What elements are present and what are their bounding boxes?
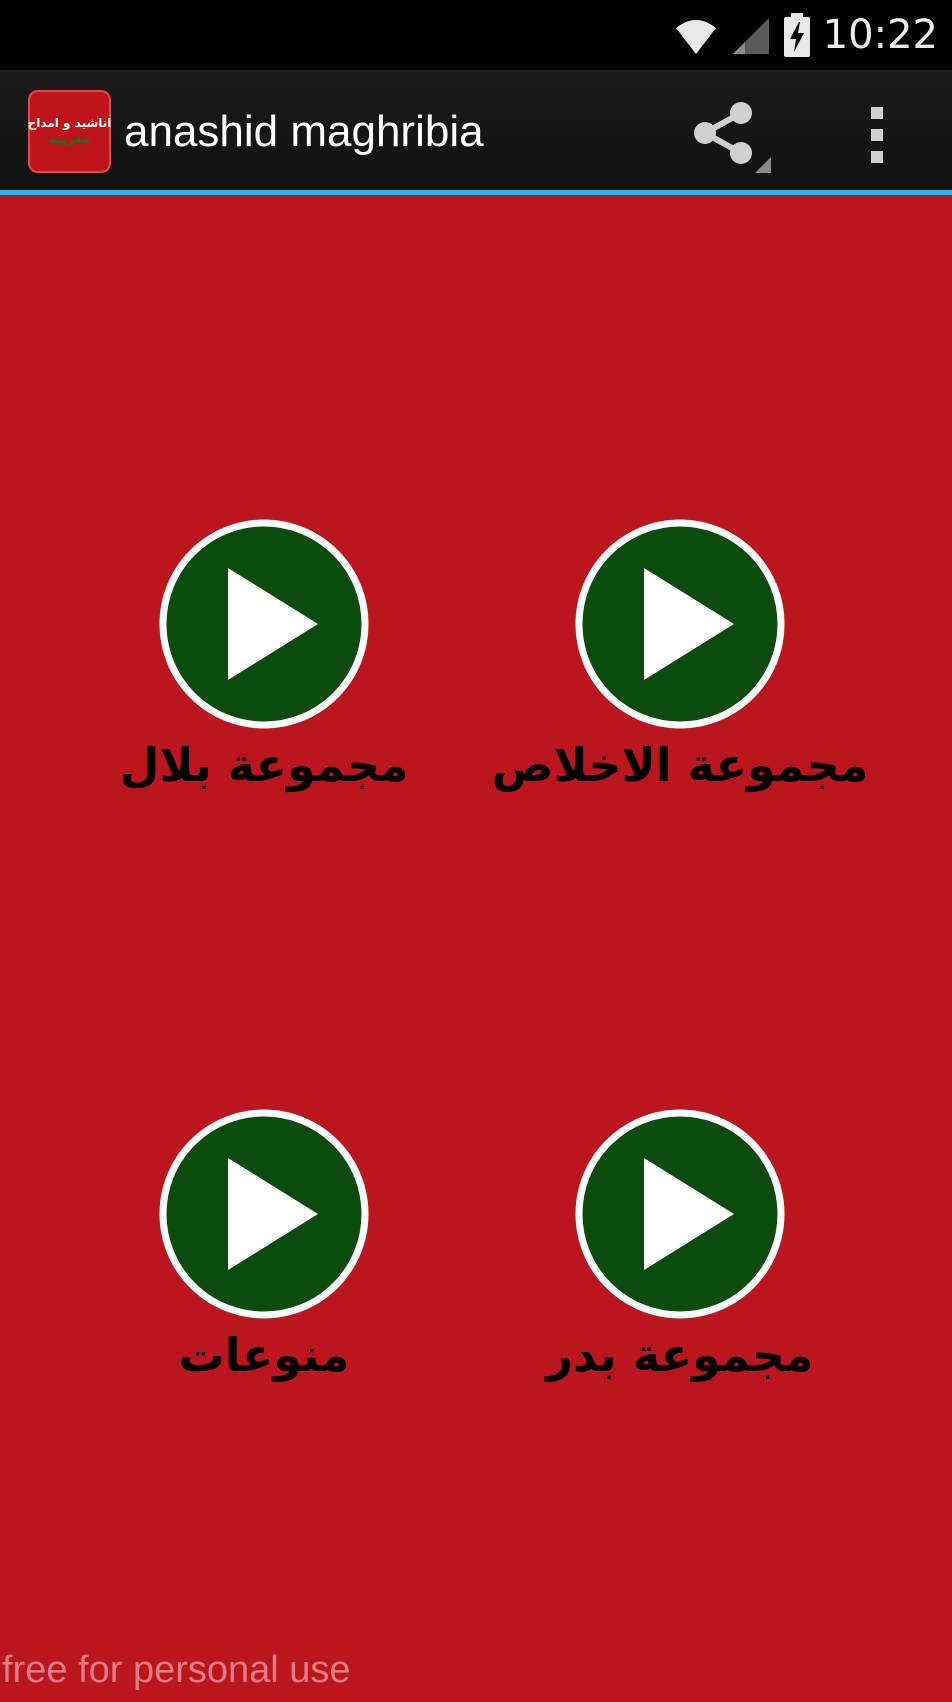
wifi-icon: [675, 20, 716, 54]
overflow-menu-button[interactable]: [852, 95, 902, 185]
group-label[interactable]: مجموعة بلال: [54, 733, 474, 797]
app-icon[interactable]: اناشيد و امداح مغربية: [28, 90, 111, 173]
overflow-menu-icon: [871, 107, 883, 163]
status-bar: 10:22: [0, 0, 952, 70]
app-icon-text-line2: مغربية: [48, 131, 91, 147]
watermark-text: free for personal use: [2, 1649, 351, 1691]
play-icon[interactable]: [574, 518, 786, 730]
status-icons: 10:22: [673, 10, 938, 60]
content-area: [0, 195, 952, 1702]
group-label[interactable]: مجموعة بدر: [470, 1323, 890, 1387]
group-label[interactable]: مجموعة الاخلاص: [470, 733, 890, 797]
play-icon[interactable]: [574, 1108, 786, 1320]
share-icon: [694, 102, 771, 173]
app-icon-text-line1: اناشيد و امداح: [28, 115, 111, 130]
group-label[interactable]: منوعات: [54, 1323, 474, 1387]
play-icon[interactable]: [158, 518, 370, 730]
group-tile-munawaat[interactable]: منوعات: [54, 1108, 474, 1428]
share-button[interactable]: [683, 95, 783, 185]
status-time: 10:22: [822, 12, 938, 58]
battery-charging-icon: [783, 13, 810, 57]
group-tile-badr[interactable]: مجموعة بدر: [470, 1108, 890, 1428]
app-title: anashid maghribia: [124, 107, 484, 156]
group-tile-ikhlas[interactable]: مجموعة الاخلاص: [470, 518, 890, 838]
group-tile-bilal[interactable]: مجموعة بلال: [54, 518, 474, 838]
signal-icon: [732, 18, 769, 54]
play-icon[interactable]: [158, 1108, 370, 1320]
